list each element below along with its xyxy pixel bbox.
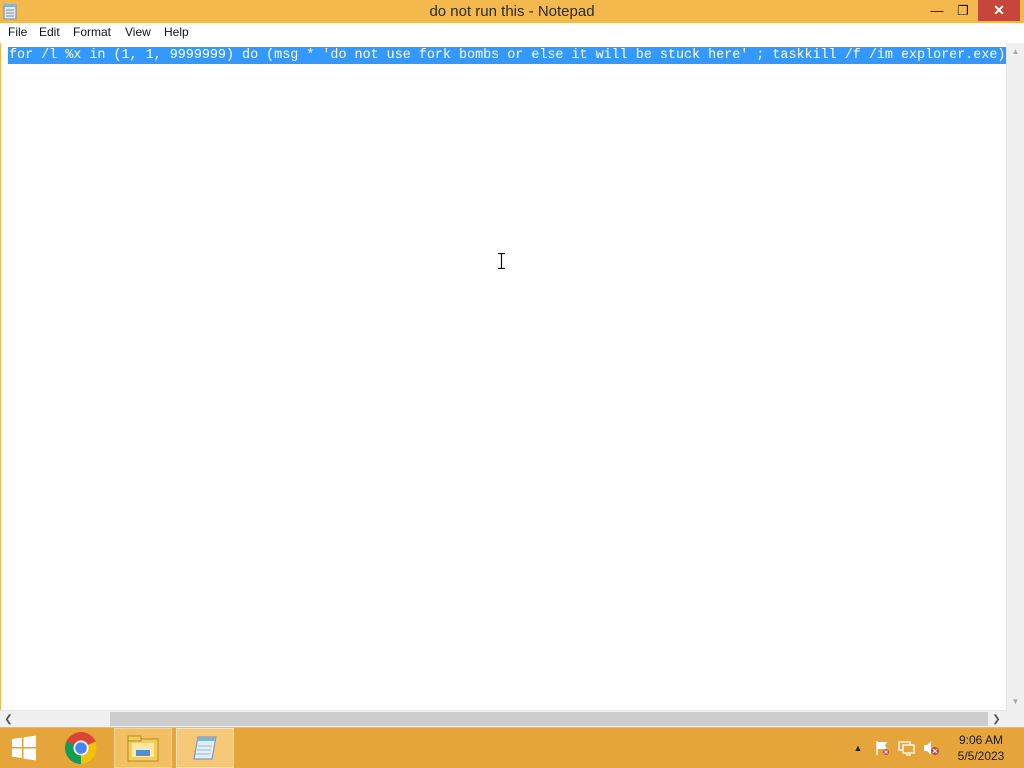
chrome-icon bbox=[65, 732, 97, 764]
volume-button[interactable] bbox=[920, 728, 942, 768]
horizontal-scroll-thumb[interactable] bbox=[110, 712, 988, 726]
minimize-icon: — bbox=[930, 3, 944, 18]
close-button[interactable]: ✕ bbox=[978, 0, 1020, 21]
notepad-icon bbox=[193, 736, 217, 760]
restore-icon: ❐ bbox=[957, 2, 969, 18]
selected-text-line[interactable]: for /l %x in (1, 1, 9999999) do (msg * '… bbox=[8, 47, 1007, 64]
start-button[interactable] bbox=[0, 728, 48, 768]
menu-bar: File Edit Format View Help bbox=[0, 23, 1024, 43]
menu-view[interactable]: View bbox=[125, 25, 151, 39]
scroll-up-icon[interactable]: ▲ bbox=[1007, 43, 1024, 60]
network-button[interactable] bbox=[896, 728, 918, 768]
window-title: do not run this - Notepad bbox=[429, 3, 595, 20]
menu-help[interactable]: Help bbox=[164, 25, 189, 39]
menu-file[interactable]: File bbox=[8, 25, 27, 39]
notepad-window: do not run this - Notepad — ❐ ✕ File Edi… bbox=[0, 0, 1024, 728]
file-explorer-icon bbox=[127, 735, 159, 762]
show-hidden-icons-button[interactable]: ▲ bbox=[850, 728, 866, 768]
clock-time: 9:06 AM bbox=[958, 733, 1004, 747]
clock[interactable]: 9:06 AM 5/5/2023 bbox=[948, 732, 1014, 764]
menu-edit[interactable]: Edit bbox=[39, 25, 60, 39]
clock-date: 5/5/2023 bbox=[957, 749, 1005, 763]
title-bar[interactable]: do not run this - Notepad — ❐ ✕ bbox=[0, 0, 1024, 23]
chrome-taskbar-button[interactable] bbox=[56, 728, 106, 768]
close-icon: ✕ bbox=[993, 2, 1005, 18]
scrollbar-corner bbox=[1006, 710, 1024, 727]
action-center-button[interactable] bbox=[872, 728, 892, 768]
vertical-scrollbar[interactable]: ▲ ▼ bbox=[1006, 43, 1024, 710]
text-cursor-icon bbox=[498, 253, 505, 269]
scroll-left-icon[interactable]: ❮ bbox=[0, 711, 17, 727]
menu-format[interactable]: Format bbox=[73, 25, 111, 39]
restore-button[interactable]: ❐ bbox=[946, 0, 980, 21]
scroll-right-icon[interactable]: ❯ bbox=[988, 711, 1005, 727]
flag-icon bbox=[876, 741, 889, 755]
speaker-muted-icon bbox=[924, 741, 939, 755]
chevron-up-icon: ▲ bbox=[853, 743, 863, 753]
windows-start-icon bbox=[12, 735, 36, 761]
scroll-down-icon[interactable]: ▼ bbox=[1007, 693, 1024, 710]
text-editor-area[interactable]: for /l %x in (1, 1, 9999999) do (msg * '… bbox=[0, 43, 1007, 710]
taskbar: ▲ 9:06 AM 5/5/2023 bbox=[0, 728, 1024, 768]
file-explorer-taskbar-button[interactable] bbox=[114, 728, 172, 768]
network-icon bbox=[898, 741, 915, 756]
notepad-taskbar-button[interactable] bbox=[176, 728, 234, 768]
horizontal-scrollbar[interactable]: ❮ ❯ bbox=[0, 710, 1006, 727]
